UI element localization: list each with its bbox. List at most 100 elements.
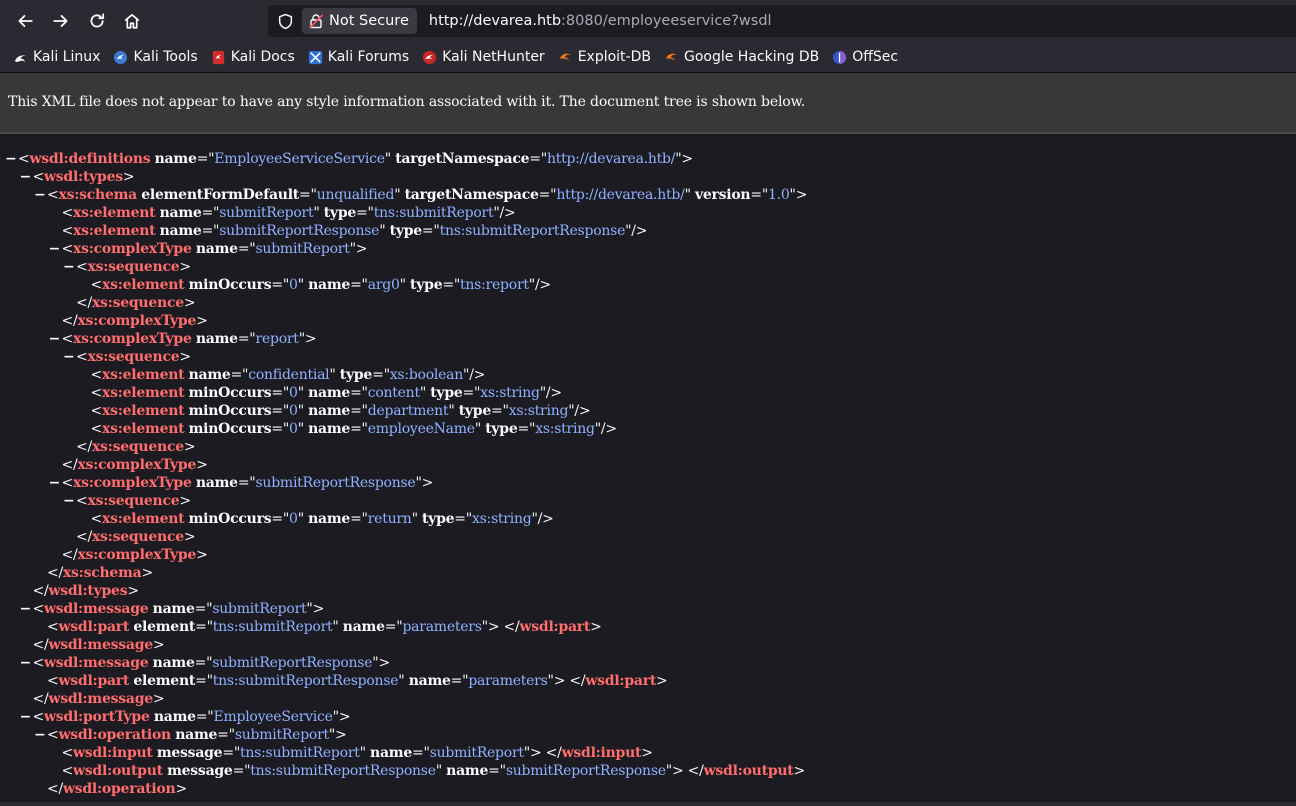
xml-tag-name: xs:element	[101, 511, 185, 527]
xml-punctuation: >	[183, 439, 196, 455]
home-button[interactable]	[116, 5, 148, 37]
xml-attribute-value: department	[367, 403, 449, 419]
xml-attribute-value: xs:string	[535, 421, 595, 437]
xml-punctuation: "	[474, 421, 486, 437]
xml-punctuation: ="	[517, 421, 536, 437]
bookmark-kali-tools[interactable]: Kali Tools	[111, 45, 199, 69]
xml-punctuation: ="	[350, 385, 368, 401]
collapse-toggle[interactable]: −	[49, 330, 61, 348]
bookmark-kali-docs[interactable]: Kali Docs	[209, 45, 297, 69]
collapse-toggle[interactable]: −	[20, 654, 32, 672]
bookmark-kali-forums[interactable]: Kali Forums	[306, 45, 411, 69]
xml-attribute-name: minOccurs	[188, 277, 272, 293]
xml-punctuation: <	[90, 385, 103, 401]
reload-button[interactable]	[81, 5, 113, 37]
collapse-toggle[interactable]: −	[20, 600, 32, 618]
xml-punctuation: ="	[232, 763, 251, 779]
collapse-toggle[interactable]: −	[34, 186, 46, 204]
collapse-toggle[interactable]: −	[49, 474, 61, 492]
bookmark-google-hacking-db[interactable]: Google Hacking DB	[662, 45, 821, 69]
not-secure-badge[interactable]: Not Secure	[302, 8, 417, 34]
xml-punctuation: <	[90, 421, 103, 437]
xml-punctuation: "	[684, 187, 695, 203]
xml-line: − <xs:sequence>	[0, 348, 1296, 366]
horizontal-scrollbar[interactable]	[0, 802, 1296, 806]
xml-attribute-name: name	[152, 601, 195, 617]
xml-punctuation: <	[32, 709, 45, 725]
xml-attribute-value: tns:submitReport	[240, 745, 360, 761]
collapse-toggle[interactable]: −	[63, 258, 75, 276]
forward-button[interactable]	[45, 5, 77, 37]
xml-punctuation: <	[90, 511, 103, 527]
xml-punctuation: ="	[237, 331, 256, 347]
xml-tag-name: wsdl:operation	[58, 727, 171, 743]
xml-line: <xs:element name="submitReport" type="tn…	[0, 204, 1296, 222]
xml-punctuation: "> </	[523, 745, 562, 761]
xml-punctuation: ="	[488, 763, 506, 779]
xml-attribute-name: version	[694, 187, 751, 203]
bookmark-exploit-db[interactable]: Exploit-DB	[556, 45, 653, 69]
xml-tag-name: xs:element	[101, 421, 185, 437]
xml-tag-name: wsdl:output	[703, 763, 794, 779]
xml-punctuation: ="	[350, 277, 368, 293]
xml-tag-name: wsdl:types	[48, 583, 128, 599]
url-bar[interactable]: Not Secure http://devarea.htb:8080/emplo…	[268, 5, 1296, 37]
xml-punctuation: ="	[196, 151, 215, 167]
xml-punctuation: >	[656, 673, 668, 689]
bookmark-kali-nethunter[interactable]: Kali NetHunter	[420, 45, 546, 69]
xml-punctuation: ">	[349, 241, 368, 257]
collapse-toggle[interactable]: −	[49, 240, 61, 258]
xml-tag-name: wsdl:part	[58, 619, 130, 635]
collapse-toggle[interactable]: −	[5, 150, 17, 168]
xml-punctuation: "/>	[463, 367, 486, 383]
reload-icon	[90, 13, 105, 28]
collapse-toggle[interactable]: −	[34, 726, 46, 744]
bookmarks-toolbar: Kali Linux Kali Tools Kali Docs Kali Forums…	[0, 42, 1296, 73]
xml-punctuation: <	[90, 277, 103, 293]
xml-punctuation: "/>	[568, 403, 591, 419]
xml-punctuation: ="	[195, 673, 213, 689]
xml-line: </wsdl:types>	[0, 582, 1296, 600]
url-text[interactable]: http://devarea.htb:8080/employeeservice?…	[429, 13, 772, 29]
xml-punctuation: >	[590, 619, 602, 635]
offsec-icon	[832, 50, 847, 65]
xml-tag-name: wsdl:part	[519, 619, 591, 635]
xml-attribute-name: name	[308, 511, 351, 527]
xml-line: − <xs:complexType name="submitReportRespo…	[0, 474, 1296, 492]
xml-punctuation: ="	[421, 223, 440, 239]
xml-punctuation: </	[47, 565, 63, 581]
xml-attribute-name: type	[323, 205, 357, 221]
xml-tag-name: wsdl:message	[48, 637, 153, 653]
xml-line: − <wsdl:message name="submitReportRespons…	[0, 654, 1296, 672]
xml-attribute-name: name	[308, 421, 351, 437]
xml-attribute-name: element	[133, 619, 196, 635]
xml-punctuation: ">	[675, 151, 693, 167]
xml-punctuation: "	[411, 511, 422, 527]
xml-attribute-value: submitReport	[255, 241, 350, 257]
xml-punctuation: ="	[454, 511, 472, 527]
bookmark-offsec[interactable]: OffSec	[830, 45, 900, 69]
not-secure-label: Not Secure	[329, 13, 409, 29]
collapse-toggle[interactable]: −	[63, 492, 75, 510]
xml-tag-name: wsdl:message	[43, 601, 149, 617]
xml-punctuation: ="	[384, 619, 403, 635]
xml-tag-name: xs:element	[101, 385, 185, 401]
collapse-toggle[interactable]: −	[20, 168, 32, 186]
xml-line: − <wsdl:definitions name="EmployeeService…	[0, 150, 1296, 168]
xml-line: </wsdl:message>	[0, 636, 1296, 654]
xml-attribute-value: unqualified	[316, 187, 395, 203]
collapse-toggle[interactable]: −	[20, 708, 32, 726]
shield-icon[interactable]	[276, 12, 294, 30]
xml-punctuation: >	[175, 781, 187, 797]
xml-tag-name: xs:schema	[58, 187, 138, 203]
xml-punctuation: <	[61, 763, 74, 779]
bookmark-kali-linux[interactable]: Kali Linux	[11, 45, 102, 69]
xml-attribute-value: submitReport	[234, 727, 329, 743]
xml-attribute-name: type	[430, 385, 463, 401]
xml-punctuation: <	[90, 367, 103, 383]
xml-tag-name: xs:complexType	[72, 331, 192, 347]
url-host: http://devarea.htb	[428, 13, 562, 29]
collapse-toggle[interactable]: −	[63, 348, 75, 366]
xml-punctuation: "/>	[625, 223, 648, 239]
back-button[interactable]	[9, 5, 41, 37]
